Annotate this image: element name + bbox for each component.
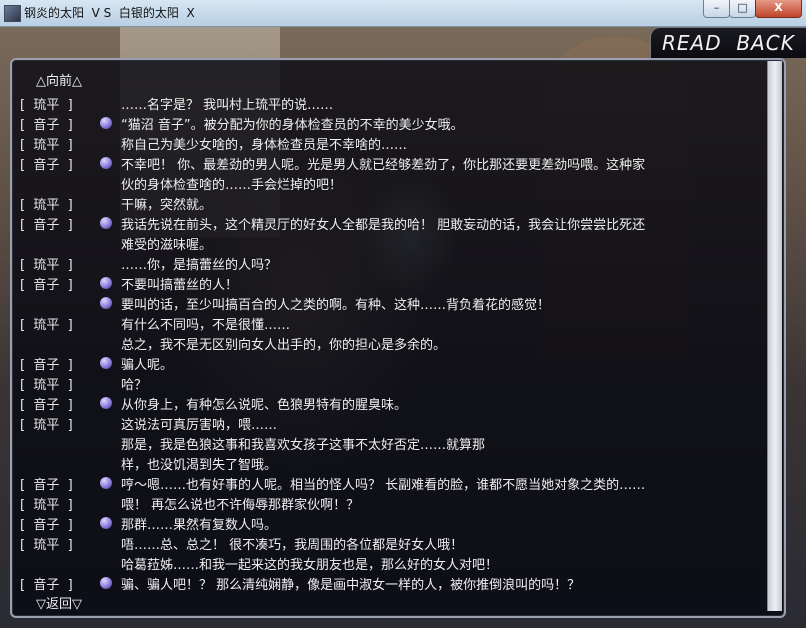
log-entry: [ 音子 ] 哼〜嗯……也有好事的人呢。相当的怪人吗？ 长副难看的脸，谁都不愿当她… [0, 474, 806, 494]
speaker-name: [ 音子 ] [20, 118, 73, 133]
log-entry: [ 琉平 ] ……你，是搞蕾丝的人吗？ [0, 254, 806, 274]
log-entry: [ 琉平 ] 有什么不同吗，不是很懂…… [0, 314, 806, 334]
dialogue-text: 哈？ [121, 378, 148, 393]
log-entry: 样，也没饥渴到失了智哦。 [0, 454, 806, 474]
dialogue-text: 伙的身体检查啥的……手会烂掉的吧！ [121, 178, 343, 193]
voice-replay-icon[interactable] [100, 477, 112, 489]
speaker-name: [ 音子 ] [20, 218, 73, 233]
log-entry: [ 音子 ] 骗人呢。 [0, 354, 806, 374]
speaker-name: [ 音子 ] [20, 398, 73, 413]
speaker-name: [ 音子 ] [20, 578, 73, 593]
log-entry: [ 琉平 ] 这说法可真厉害呐，喂…… [0, 414, 806, 434]
speaker-name: [ 音子 ] [20, 158, 73, 173]
log-entry: [ 音子 ] 骗、骗人吧！？ 那么清纯娴静，像是画中淑女一样的人，被你推倒浪叫的吗… [0, 574, 806, 594]
log-entry: 难受的滋味喔。 [0, 234, 806, 254]
log-entry: [ 音子 ] 不要叫搞蕾丝的人！ [0, 274, 806, 294]
dialogue-text: 那是，我是色狼这事和我喜欢女孩子这事不太好否定……就算那 [121, 438, 486, 453]
voice-replay-icon[interactable] [100, 217, 112, 229]
dialogue-text: 我话先说在前头，这个精灵厅的好女人全都是我的哈！ 胆敢妄动的话，我会让你尝尝比死… [121, 218, 646, 233]
dialogue-text: 从你身上，有种怎么说呢、色狼男特有的腥臭味。 [121, 398, 408, 413]
log-entry: [ 音子 ] 不幸吧！ 你、最差劲的男人呢。光是男人就已经够差劲了，你比那还要更差… [0, 154, 806, 174]
dialogue-text: 那群……果然有复数人吗。 [121, 518, 278, 533]
log-entry: 总之，我不是无区别向女人出手的，你的担心是多余的。 [0, 334, 806, 354]
dialogue-text: 干嘛，突然就。 [121, 198, 213, 213]
dialogue-text: 唔……总、总之！ 很不凑巧，我周围的各位都是好女人哦！ [121, 538, 464, 553]
log-entry: [ 琉平 ] 唔……总、总之！ 很不凑巧，我周围的各位都是好女人哦！ [0, 534, 806, 554]
speaker-name: [ 音子 ] [20, 358, 73, 373]
speaker-name: [ 琉平 ] [20, 258, 73, 273]
speaker-name: [ 音子 ] [20, 278, 73, 293]
log-entry: 哈葛菈姊……和我一起来这的我女朋友也是，那么好的女人对吧！ [0, 554, 806, 574]
speaker-name: [ 音子 ] [20, 518, 73, 533]
log-entry: [ 音子 ] 从你身上，有种怎么说呢、色狼男特有的腥臭味。 [0, 394, 806, 414]
dialogue-text: 哈葛菈姊……和我一起来这的我女朋友也是，那么好的女人对吧！ [121, 558, 499, 573]
prev-page-button[interactable]: △向前△ [36, 70, 82, 89]
speaker-name: [ 琉平 ] [20, 418, 73, 433]
voice-replay-icon[interactable] [100, 277, 112, 289]
backlog-lines: △向前△ ▽返回▽ [ 琉平 ] ……名字是？ 我叫村上琉平的说…… [ 音子 ] “… [0, 0, 806, 628]
dialogue-text: 骗、骗人吧！？ 那么清纯娴静，像是画中淑女一样的人，被你推倒浪叫的吗！？ [121, 578, 581, 593]
next-page-button[interactable]: ▽返回▽ [36, 593, 82, 612]
log-entry: [ 琉平 ] 称自己为美少女啥的，身体检查员是不幸啥的…… [0, 134, 806, 154]
speaker-name: [ 琉平 ] [20, 498, 73, 513]
speaker-name: [ 琉平 ] [20, 538, 73, 553]
dialogue-text: 喂！ 再怎么说也不许侮辱那群家伙啊！？ [121, 498, 360, 513]
voice-replay-icon[interactable] [100, 157, 112, 169]
dialogue-text: 不要叫搞蕾丝的人！ [121, 278, 239, 293]
speaker-name: [ 琉平 ] [20, 198, 73, 213]
voice-replay-icon[interactable] [100, 397, 112, 409]
log-entry: [ 琉平 ] ……名字是？ 我叫村上琉平的说…… [0, 94, 806, 114]
speaker-name: [ 琉平 ] [20, 98, 73, 113]
dialogue-text: 称自己为美少女啥的，身体检查员是不幸啥的…… [121, 138, 408, 153]
dialogue-text: 哼〜嗯……也有好事的人呢。相当的怪人吗？ 长副难看的脸，谁都不愿当她对象之类的…… [121, 478, 646, 493]
log-entry: [ 琉平 ] 干嘛，突然就。 [0, 194, 806, 214]
voice-replay-icon[interactable] [100, 297, 112, 309]
dialogue-text: 样，也没饥渴到失了智哦。 [121, 458, 278, 473]
speaker-name: [ 音子 ] [20, 478, 73, 493]
log-entry: 那是，我是色狼这事和我喜欢女孩子这事不太好否定……就算那 [0, 434, 806, 454]
voice-replay-icon[interactable] [100, 577, 112, 589]
speaker-name: [ 琉平 ] [20, 378, 73, 393]
log-entry: 要叫的话，至少叫搞百合的人之类的啊。有种、这种……背负着花的感觉！ [0, 294, 806, 314]
dialogue-text: “猫沼 音子”。被分配为你的身体检查员的不幸的美少女哦。 [121, 118, 464, 133]
speaker-name: [ 琉平 ] [20, 138, 73, 153]
dialogue-text: 骗人呢。 [121, 358, 174, 373]
log-entry: [ 音子 ] 那群……果然有复数人吗。 [0, 514, 806, 534]
log-entry: [ 音子 ] 我话先说在前头，这个精灵厅的好女人全都是我的哈！ 胆敢妄动的话，我会… [0, 214, 806, 234]
dialogue-text: 难受的滋味喔。 [121, 238, 213, 253]
log-entry: [ 琉平 ] 哈？ [0, 374, 806, 394]
voice-replay-icon[interactable] [100, 517, 112, 529]
log-entry: 伙的身体检查啥的……手会烂掉的吧！ [0, 174, 806, 194]
voice-replay-icon[interactable] [100, 117, 112, 129]
dialogue-text: 总之，我不是无区别向女人出手的，你的担心是多余的。 [121, 338, 447, 353]
voice-replay-icon[interactable] [100, 357, 112, 369]
dialogue-text: ……你，是搞蕾丝的人吗？ [121, 258, 278, 273]
dialogue-text: 这说法可真厉害呐，喂…… [121, 418, 278, 433]
dialogue-text: 不幸吧！ 你、最差劲的男人呢。光是男人就已经够差劲了，你比那还要更差劲吗喂。这种… [121, 158, 646, 173]
dialogue-text: 有什么不同吗，不是很懂…… [121, 318, 291, 333]
dialogue-text: ……名字是？ 我叫村上琉平的说…… [121, 98, 334, 113]
speaker-name: [ 琉平 ] [20, 318, 73, 333]
dialogue-text: 要叫的话，至少叫搞百合的人之类的啊。有种、这种……背负着花的感觉！ [121, 298, 551, 313]
log-entry: [ 音子 ] “猫沼 音子”。被分配为你的身体检查员的不幸的美少女哦。 [0, 114, 806, 134]
log-entry: [ 琉平 ] 喂！ 再怎么说也不许侮辱那群家伙啊！？ [0, 494, 806, 514]
